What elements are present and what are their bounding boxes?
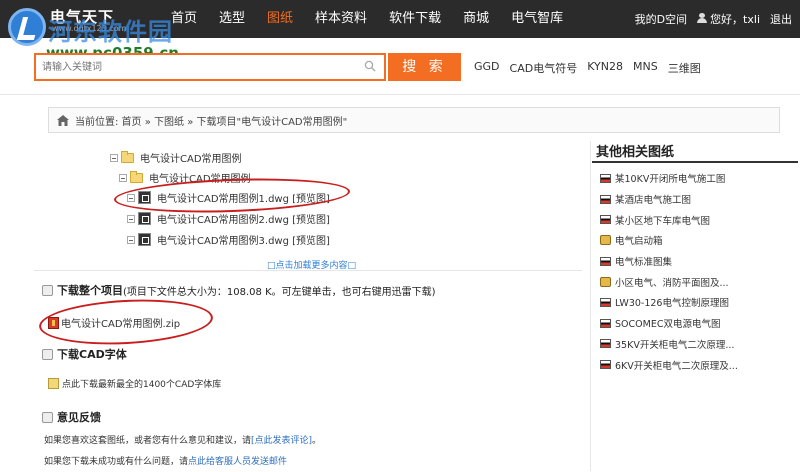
related-drawing-item[interactable]: 某10KV开闭所电气施工图	[600, 168, 738, 189]
hot-word-link[interactable]: GGD	[474, 60, 500, 76]
drawing-flag-icon	[600, 194, 611, 204]
drawing-badge-icon	[600, 276, 611, 287]
feedback-line1-suffix: 。	[312, 436, 322, 446]
nav-shop[interactable]: 商城	[452, 0, 500, 38]
download-all-desc: (项目下文件总大小为：108.08 K。可左键单击，也可右键用迅雷下载)	[123, 286, 436, 298]
download-all-section: 下载整个项目 (项目下文件总大小为：108.08 K。可左键单击，也可右键用迅雷…	[42, 282, 436, 298]
folder-icon	[130, 170, 143, 183]
hot-word-link[interactable]: KYN28	[587, 60, 623, 76]
comment-link[interactable]: [点此发表评论]	[251, 436, 312, 446]
feedback-line-comment: 如果您喜欢这套图纸，或者您有什么意见和建议，请[点此发表评论]。	[44, 433, 321, 446]
logout-link[interactable]: 退出	[770, 11, 792, 27]
drawing-flag-icon	[600, 360, 611, 370]
cad-font-section: 下载CAD字体	[42, 346, 127, 362]
main-nav: 首页 选型 图纸 样本资料 软件下载 商城 电气智库	[160, 0, 574, 38]
drawing-flag-icon	[600, 339, 611, 349]
home-icon	[57, 114, 69, 126]
sidebar-underline	[592, 161, 798, 163]
search-box	[34, 53, 386, 81]
related-drawing-label[interactable]: 电气启动箱	[615, 233, 663, 247]
hot-word-link[interactable]: 三维图	[668, 60, 701, 76]
related-drawing-label[interactable]: 35KV开关柜电气二次原理...	[615, 337, 734, 351]
file-link[interactable]: 电气设计CAD常用图例2.dwg [预览图]	[157, 211, 330, 226]
watermark-text: 河东软件园	[48, 18, 173, 46]
sidebar-title: 其他相关图纸	[596, 145, 675, 160]
cad-font-link[interactable]: 点此下载最新最全的1400个CAD字体库	[62, 377, 221, 390]
related-drawing-label[interactable]: 某小区地下车库电气图	[615, 213, 710, 227]
nav-drawings[interactable]: 图纸	[256, 0, 304, 38]
divider	[0, 94, 800, 95]
my-space-link[interactable]: 我的D空间	[635, 11, 687, 27]
related-drawing-label[interactable]: 6KV开关柜电气二次原理及...	[615, 358, 738, 372]
search-button[interactable]: 搜 索	[388, 53, 461, 81]
drawing-flag-icon	[600, 318, 611, 328]
feedback-title: 意见反馈	[57, 411, 101, 424]
collapse-toggle-icon[interactable]	[119, 173, 127, 182]
related-drawing-item[interactable]: 电气标准图集	[600, 251, 738, 272]
font-pack-icon	[48, 378, 59, 389]
related-drawing-item[interactable]: 电气启动箱	[600, 230, 738, 251]
related-drawing-item[interactable]: 某酒店电气施工图	[600, 189, 738, 210]
dwg-file-icon	[138, 212, 151, 225]
section-marker-icon	[42, 348, 53, 360]
user-icon	[697, 13, 708, 23]
section-marker-icon	[42, 284, 53, 296]
related-drawing-label[interactable]: 某10KV开闭所电气施工图	[615, 171, 725, 185]
related-drawing-label[interactable]: LW30-126电气控制原理图	[615, 295, 729, 309]
related-drawing-item[interactable]: LW30-126电气控制原理图	[600, 292, 738, 313]
search-input[interactable]	[36, 55, 356, 79]
related-drawings-list: 某10KV开闭所电气施工图 某酒店电气施工图 某小区地下车库电气图 电气启动箱 …	[600, 168, 738, 375]
tree-root[interactable]: 电气设计CAD常用图例	[110, 150, 242, 165]
feedback-line2-text: 如果您下载未成功或有什么问题，请	[44, 457, 189, 467]
nav-samples[interactable]: 样本资料	[304, 0, 378, 38]
nav-think-tank[interactable]: 电气智库	[500, 0, 574, 38]
dwg-file-icon	[138, 233, 151, 246]
user-greeting[interactable]: 您好，txli	[697, 11, 760, 27]
divider	[34, 270, 582, 271]
folder-icon	[121, 150, 134, 163]
drawing-flag-icon	[600, 297, 611, 307]
sidebar-border	[590, 141, 591, 471]
related-drawing-item[interactable]: SOCOMEC双电源电气图	[600, 313, 738, 334]
feedback-line-email: 如果您下载未成功或有什么问题，请点此给客服人员发送邮件	[44, 454, 287, 467]
cad-font-download[interactable]: 点此下载最新最全的1400个CAD字体库	[48, 377, 221, 390]
search-icon[interactable]	[364, 60, 376, 72]
annotation-circle	[37, 295, 215, 349]
drawing-flag-icon	[600, 215, 611, 225]
tree-file[interactable]: 电气设计CAD常用图例2.dwg [预览图]	[127, 211, 330, 226]
related-drawing-item[interactable]: 某小区地下车库电气图	[600, 209, 738, 230]
hot-word-link[interactable]: MNS	[633, 60, 658, 76]
download-all-title: 下载整个项目	[57, 284, 123, 297]
related-drawing-label[interactable]: 电气标准图集	[615, 254, 672, 268]
section-marker-icon	[42, 411, 53, 423]
nav-selection[interactable]: 选型	[208, 0, 256, 38]
related-drawing-item[interactable]: 小区电气、消防平面图及...	[600, 271, 738, 292]
file-link[interactable]: 电气设计CAD常用图例3.dwg [预览图]	[157, 232, 330, 247]
collapse-toggle-icon[interactable]	[110, 153, 118, 162]
feedback-section: 意见反馈	[42, 409, 101, 425]
collapse-toggle-icon	[127, 214, 135, 223]
email-support-link[interactable]: 点此给客服人员发送邮件	[188, 457, 287, 467]
drawing-badge-icon	[600, 235, 611, 246]
drawing-flag-icon	[600, 173, 611, 183]
greeting-text: 您好，txli	[710, 13, 760, 26]
hot-word-link[interactable]: CAD电气符号	[510, 60, 578, 76]
related-drawing-item[interactable]: 6KV开关柜电气二次原理及...	[600, 354, 738, 375]
cad-font-title: 下载CAD字体	[57, 348, 127, 361]
tree-root-label: 电气设计CAD常用图例	[140, 154, 242, 165]
user-area: 我的D空间 您好，txli 退出	[635, 0, 792, 38]
nav-software[interactable]: 软件下载	[378, 0, 452, 38]
related-drawing-item[interactable]: 35KV开关柜电气二次原理...	[600, 334, 738, 355]
related-drawing-label[interactable]: SOCOMEC双电源电气图	[615, 316, 720, 330]
collapse-toggle-icon	[127, 235, 135, 244]
hot-words: GGD CAD电气符号 KYN28 MNS 三维图	[474, 60, 701, 76]
related-drawing-label[interactable]: 小区电气、消防平面图及...	[615, 275, 729, 289]
drawing-flag-icon	[600, 256, 611, 266]
breadcrumb: 当前位置: 首页 » 下图纸 » 下载项目"电气设计CAD常用图例"	[48, 107, 780, 133]
breadcrumb-text[interactable]: 当前位置: 首页 » 下图纸 » 下载项目"电气设计CAD常用图例"	[75, 113, 347, 128]
related-drawing-label[interactable]: 某酒店电气施工图	[615, 192, 691, 206]
feedback-line1-text: 如果您喜欢这套图纸，或者您有什么意见和建议，请	[44, 436, 252, 446]
logo-icon	[8, 8, 46, 46]
tree-file[interactable]: 电气设计CAD常用图例3.dwg [预览图]	[127, 232, 330, 247]
